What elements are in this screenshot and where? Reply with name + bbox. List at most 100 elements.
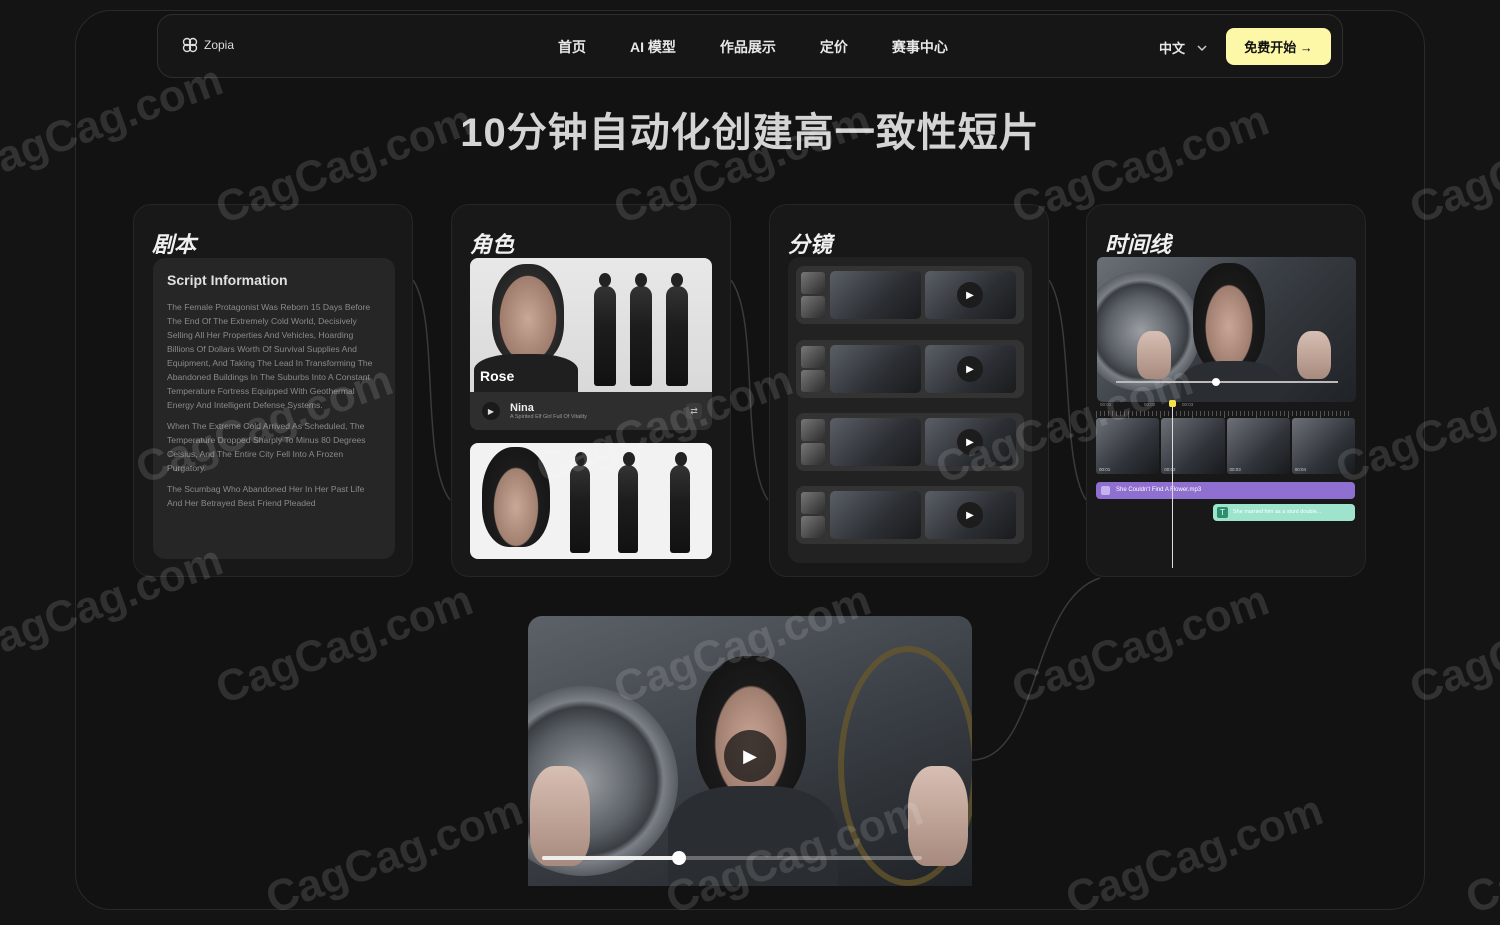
- timeline-preview[interactable]: [1097, 257, 1356, 402]
- play-icon[interactable]: ▶: [957, 356, 983, 382]
- nav-links: 首页 AI 模型 作品展示 定价 赛事中心: [558, 15, 992, 79]
- script-card: 剧本 Script Information The Female Protago…: [133, 204, 413, 577]
- play-button[interactable]: ▶: [724, 730, 776, 782]
- ruler-tick: [1336, 411, 1337, 416]
- ruler-tick: [1108, 411, 1109, 416]
- ruler-tick: [1156, 411, 1157, 416]
- ruler-tick: [1300, 411, 1301, 416]
- voice-description: A Spirited Elf Girl Full Of Vitality: [510, 414, 587, 420]
- ruler-tick: [1096, 411, 1097, 418]
- ruler-tick: [1256, 411, 1257, 418]
- nav-link-home[interactable]: 首页: [558, 37, 586, 57]
- script-paragraph: The Scumbag Who Abandoned Her In Her Pas…: [167, 484, 365, 508]
- language-selector[interactable]: 中文: [1159, 38, 1207, 57]
- script-info-box[interactable]: Script Information The Female Protagonis…: [153, 258, 395, 559]
- timeline-ruler: 00:01 00:02 00:03: [1096, 402, 1355, 418]
- ruler-tick: [1240, 411, 1241, 416]
- music-icon: [1101, 486, 1110, 495]
- ruler-tick: [1188, 411, 1189, 416]
- ruler-tick: [1124, 411, 1125, 416]
- nav-link-pricing[interactable]: 定价: [820, 37, 848, 57]
- shot-video[interactable]: ▶: [925, 418, 1016, 466]
- preview-scrubber[interactable]: [1116, 378, 1338, 386]
- nav-link-ai-models[interactable]: AI 模型: [630, 37, 676, 57]
- start-free-button[interactable]: 免费开始 →: [1226, 28, 1331, 65]
- page-title: 10分钟自动化创建高一致性短片: [460, 111, 1040, 155]
- voice-play-button[interactable]: ▶: [482, 402, 500, 420]
- ruler-tick: [1184, 411, 1185, 416]
- ruler-tick: [1228, 411, 1229, 416]
- storyboard-row[interactable]: ▶: [796, 266, 1024, 324]
- shot-image: [830, 345, 921, 393]
- ruler-tick: [1248, 411, 1249, 416]
- storyboard-row[interactable]: ▶: [796, 340, 1024, 398]
- ruler-label: 00:01: [1100, 402, 1112, 407]
- ruler-tick: [1164, 411, 1165, 416]
- ruler-tick: [1176, 411, 1177, 416]
- clip-duration: 00:03: [1229, 467, 1241, 472]
- ruler-tick: [1288, 411, 1289, 418]
- play-icon[interactable]: ▶: [957, 502, 983, 528]
- ruler-tick: [1204, 411, 1205, 416]
- video-clip[interactable]: 00:02: [1161, 418, 1225, 474]
- ruler-tick: [1116, 411, 1117, 416]
- video-progress-bar[interactable]: [542, 851, 922, 865]
- shot-video[interactable]: ▶: [925, 491, 1016, 539]
- ruler-tick: [1324, 411, 1325, 416]
- video-track: 00:01 00:02 00:03 00:04: [1096, 418, 1355, 474]
- ruler-tick: [1244, 411, 1245, 416]
- storyboard-card: 分镜 ▶ ▶ ▶ ▶: [769, 204, 1049, 577]
- video-clip[interactable]: 00:03: [1226, 418, 1290, 474]
- nav-link-contest[interactable]: 赛事中心: [892, 37, 948, 57]
- timeline-playhead[interactable]: [1169, 400, 1176, 568]
- clip-duration: 00:02: [1164, 467, 1176, 472]
- audio-clip-name: She Couldn't Find A Flower.mp3: [1116, 487, 1202, 493]
- shot-reference-thumbs: [801, 272, 825, 318]
- shot-video[interactable]: ▶: [925, 271, 1016, 319]
- brand-name: Zopia: [204, 38, 235, 52]
- shot-reference-thumbs: [801, 419, 825, 465]
- ruler-tick: [1348, 411, 1349, 416]
- ruler-tick: [1292, 411, 1293, 416]
- audio-clip[interactable]: She Couldn't Find A Flower.mp3: [1096, 482, 1355, 499]
- ruler-tick: [1104, 411, 1105, 416]
- play-icon[interactable]: ▶: [957, 429, 983, 455]
- ruler-tick: [1316, 411, 1317, 416]
- ruler-tick: [1112, 411, 1113, 416]
- play-icon: ▶: [487, 406, 495, 416]
- ruler-tick: [1320, 411, 1321, 418]
- timeline-card-title: 时间线: [1105, 232, 1172, 257]
- storyboard-board: ▶ ▶ ▶ ▶: [788, 257, 1032, 563]
- chevron-down-icon: [1197, 44, 1207, 51]
- character-sheet-male[interactable]: [470, 443, 712, 559]
- storyboard-row[interactable]: ▶: [796, 486, 1024, 544]
- scrubber-handle[interactable]: [1211, 378, 1220, 386]
- ruler-tick: [1308, 411, 1309, 416]
- ruler-tick: [1312, 411, 1313, 416]
- video-clip[interactable]: 00:04: [1291, 418, 1355, 474]
- clip-duration: 00:01: [1099, 467, 1111, 472]
- text-clip-content: She married him as a stunt double...: [1233, 509, 1322, 515]
- character-name: Rose: [480, 368, 515, 384]
- ruler-tick: [1120, 411, 1121, 416]
- script-heading: Script Information: [167, 272, 288, 288]
- video-player[interactable]: ▶: [528, 616, 972, 886]
- timeline-card: 时间线: [1086, 204, 1366, 577]
- progress-handle[interactable]: [671, 851, 686, 865]
- character-sheet-female[interactable]: Rose ▶ Nina A Spirited Elf Girl Full Of …: [470, 258, 712, 430]
- character-image: Rose: [470, 258, 712, 392]
- brand-logo[interactable]: Zopia: [182, 37, 234, 53]
- voice-bar: ▶ Nina A Spirited Elf Girl Full Of Vital…: [470, 392, 712, 430]
- play-icon[interactable]: ▶: [957, 282, 983, 308]
- swap-voice-icon[interactable]: ⇄: [686, 403, 702, 419]
- shot-video[interactable]: ▶: [925, 345, 1016, 393]
- video-clip[interactable]: 00:01: [1096, 418, 1160, 474]
- text-icon: T: [1217, 507, 1228, 518]
- ruler-tick: [1180, 411, 1181, 416]
- ruler-tick: [1304, 411, 1305, 416]
- nav-link-showcase[interactable]: 作品展示: [720, 37, 776, 57]
- text-clip[interactable]: T She married him as a stunt double...: [1213, 504, 1355, 521]
- ruler-tick: [1272, 411, 1273, 416]
- storyboard-row[interactable]: ▶: [796, 413, 1024, 471]
- character-image: [470, 443, 712, 559]
